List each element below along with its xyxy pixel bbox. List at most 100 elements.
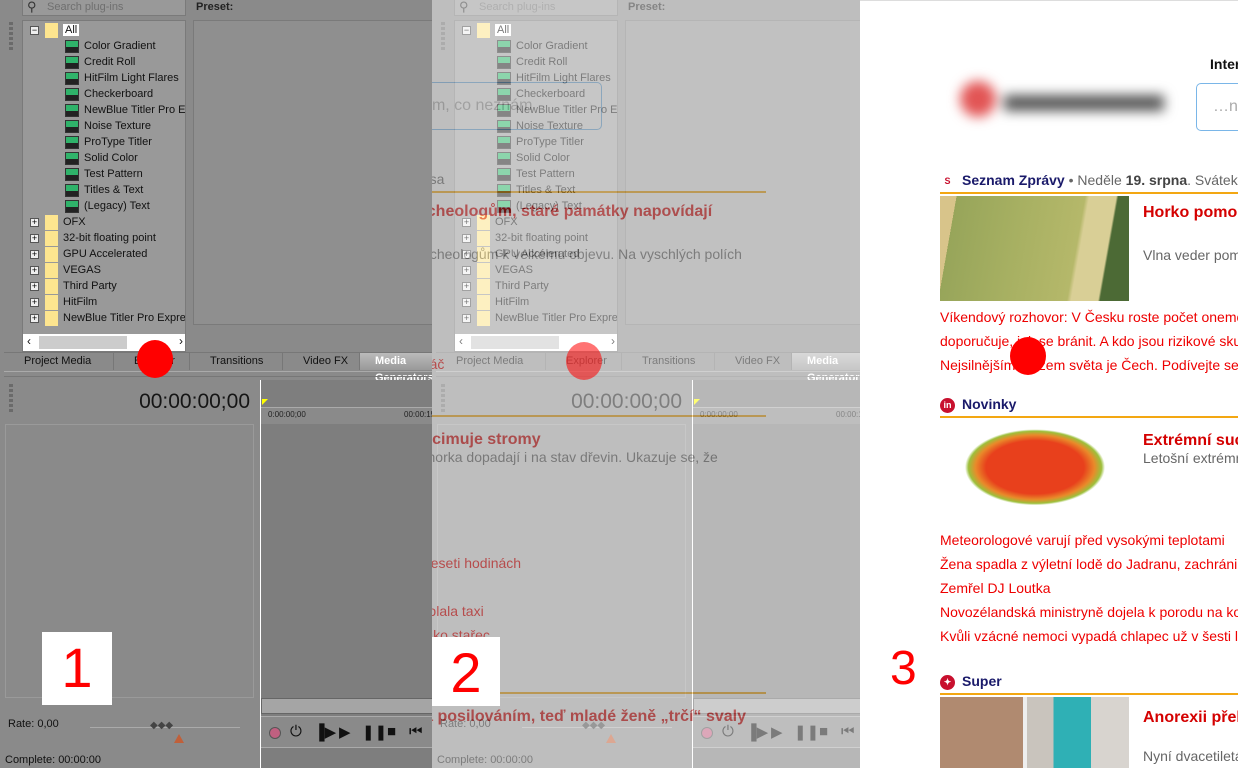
expand-icon[interactable]: + <box>30 281 39 291</box>
stop-icon[interactable]: ■ <box>819 723 828 740</box>
tree-folder-item[interactable]: + Third Party <box>30 278 117 294</box>
record-icon[interactable] <box>701 727 713 739</box>
tab-media-generators[interactable]: Media Generators <box>360 353 432 384</box>
tree-plugin-item[interactable]: Solid Color <box>497 150 570 166</box>
news-link[interactable]: Novozélandská ministryně dojela k porodu… <box>940 600 1238 624</box>
seznam-logo-blurred[interactable] <box>960 81 1170 126</box>
loop-icon[interactable]: ⏻ <box>290 723 302 740</box>
tree-folder-item[interactable]: + OFX <box>462 214 518 230</box>
tree-plugin-item[interactable]: HitFilm Light Flares <box>65 70 179 86</box>
tree-plugin-item[interactable]: Checkerboard <box>65 86 153 102</box>
slider-knob-icon[interactable]: ◆◆◆ <box>150 720 173 731</box>
tree-plugin-item[interactable]: ProType Titler <box>497 134 584 150</box>
tab-video-fx[interactable]: Video FX <box>283 353 360 370</box>
expand-icon[interactable]: + <box>462 265 471 275</box>
play-icon[interactable]: ▶ <box>771 723 783 741</box>
loop-icon[interactable]: ⏻ <box>722 723 734 740</box>
scroll-thumb[interactable] <box>39 336 127 349</box>
tree-plugin-item[interactable]: NewBlue Titler Pro Express <box>497 102 617 118</box>
tab-project-media[interactable]: Project Media <box>436 353 546 370</box>
tree-plugin-item[interactable]: Titles & Text <box>497 182 575 198</box>
pause-icon[interactable]: ❚❚ <box>794 723 819 741</box>
expand-icon[interactable]: + <box>30 217 39 227</box>
section-title[interactable]: Super <box>962 673 1002 689</box>
divider[interactable] <box>4 371 432 377</box>
stop-icon[interactable]: ■ <box>387 723 396 740</box>
tree-plugin-item[interactable]: Titles & Text <box>65 182 143 198</box>
go-to-start-icon[interactable]: ⏮ <box>841 723 855 740</box>
tree-folder-item[interactable]: + HitFilm <box>30 294 97 310</box>
play-from-start-icon[interactable]: ▐▶ <box>314 723 336 741</box>
tree-plugin-item[interactable]: Checkerboard <box>497 86 585 102</box>
expand-icon[interactable]: + <box>462 233 471 243</box>
article-headline[interactable]: Extrémní sucho decimuje stromy <box>1143 430 1238 451</box>
slider-knob-icon[interactable]: ◆◆◆ <box>582 720 605 731</box>
article-image-photos[interactable] <box>940 697 1129 768</box>
tree-folder-item[interactable]: + VEGAS <box>462 262 533 278</box>
expand-icon[interactable]: + <box>30 249 39 259</box>
tree-folder-item[interactable]: +32-bit floating point <box>30 230 156 246</box>
tab-transitions[interactable]: Transitions <box>190 353 283 370</box>
search-tab-internet[interactable]: Internet <box>1210 56 1238 72</box>
expand-icon[interactable]: + <box>462 297 471 307</box>
tree-plugin-item[interactable]: Color Gradient <box>65 38 156 54</box>
tree-plugin-item[interactable]: Color Gradient <box>497 38 588 54</box>
tree-plugin-item[interactable]: (Legacy) Text <box>497 198 582 214</box>
tree-folder-item[interactable]: + Third Party <box>462 278 549 294</box>
tree-folder-item[interactable]: +32-bit floating point <box>462 230 588 246</box>
tab-transitions[interactable]: Transitions <box>622 353 715 370</box>
article-headline[interactable]: Anorexii překonala posilováním, teď mlad… <box>1143 707 1238 728</box>
tree-plugin-item[interactable]: (Legacy) Text <box>65 198 150 214</box>
tree-plugin-item[interactable]: Test Pattern <box>65 166 143 182</box>
section-title[interactable]: Seznam Zprávy • Neděle 19. srpna. Svátek… <box>962 172 1238 188</box>
expand-icon[interactable]: + <box>462 313 471 323</box>
timeline-scrollbar[interactable] <box>261 698 432 714</box>
news-link[interactable]: Nejsilnějším mužem světa je Čech. Podíve… <box>940 353 1238 377</box>
play-from-start-icon[interactable]: ▐▶ <box>746 723 768 741</box>
news-link[interactable]: Víkendový rozhovor: V Česku roste počet … <box>940 305 1238 329</box>
tree-plugin-item[interactable]: HitFilm Light Flares <box>497 70 611 86</box>
expand-icon[interactable]: + <box>462 217 471 227</box>
plugin-search-input[interactable]: ⚲ Search plug-ins <box>22 0 186 16</box>
tree-root-all[interactable]: − All <box>30 22 80 38</box>
scroll-right-icon[interactable]: › <box>611 334 615 348</box>
tree-plugin-item[interactable]: Credit Roll <box>65 54 135 70</box>
expand-icon[interactable]: + <box>462 249 471 259</box>
tree-plugin-item[interactable]: Noise Texture <box>65 118 151 134</box>
divider[interactable] <box>436 371 860 377</box>
news-link[interactable]: doporučuje, jak se bránit. A kdo jsou ri… <box>940 329 1238 353</box>
tree-plugin-item[interactable]: Credit Roll <box>497 54 567 70</box>
tree-folder-item[interactable]: + NewBlue Titler Pro Express <box>30 310 185 326</box>
expand-icon[interactable]: + <box>30 297 39 307</box>
trimmer-timeline[interactable]: 0:00:00;00 00:00:15;00 ⏻ ▐▶ ▶ ❚❚ ■ ⏮ <box>260 380 432 768</box>
collapse-icon[interactable]: − <box>462 25 471 35</box>
rate-marker-icon[interactable] <box>606 734 616 743</box>
timeline-scrollbar[interactable] <box>693 698 860 714</box>
tree-plugin-item[interactable]: Test Pattern <box>497 166 575 182</box>
tree-plugin-item[interactable]: Solid Color <box>65 150 138 166</box>
rate-marker-icon[interactable] <box>174 734 184 743</box>
scroll-left-icon[interactable]: ‹ <box>459 334 463 348</box>
time-ruler[interactable]: 0:00:00;00 00:00:15;00 <box>693 407 860 424</box>
time-ruler[interactable]: 0:00:00;00 00:00:15;00 <box>261 407 432 424</box>
scroll-left-icon[interactable]: ‹ <box>27 334 31 348</box>
tab-project-media[interactable]: Project Media <box>4 353 114 370</box>
tree-plugin-item[interactable]: NewBlue Titler Pro Express <box>65 102 185 118</box>
dock-grip[interactable] <box>9 384 13 414</box>
go-to-start-icon[interactable]: ⏮ <box>409 723 423 740</box>
tree-folder-item[interactable]: + OFX <box>30 214 86 230</box>
news-link[interactable]: Kvůli vzácné nemoci vypadá chlapec už v … <box>940 624 1238 648</box>
tree-root-all[interactable]: − All <box>462 22 512 38</box>
tree-folder-item[interactable]: + GPU Accelerated <box>30 246 147 262</box>
trimmer-timeline[interactable]: 0:00:00;00 00:00:15;00 ⏻ ▐▶ ▶ ❚❚ ■ ⏮ <box>692 380 860 768</box>
dock-grip[interactable] <box>441 22 445 52</box>
tab-video-fx[interactable]: Video FX <box>715 353 792 370</box>
tree-folder-item[interactable]: + NewBlue Titler Pro Express <box>462 310 617 326</box>
expand-icon[interactable]: + <box>30 265 39 275</box>
article-image-field[interactable] <box>940 196 1129 301</box>
scroll-thumb[interactable] <box>471 336 559 349</box>
expand-icon[interactable]: + <box>30 233 39 243</box>
article-image-map[interactable] <box>960 420 1110 525</box>
tree-plugin-item[interactable]: Noise Texture <box>497 118 583 134</box>
section-title[interactable]: Novinky <box>962 396 1016 412</box>
